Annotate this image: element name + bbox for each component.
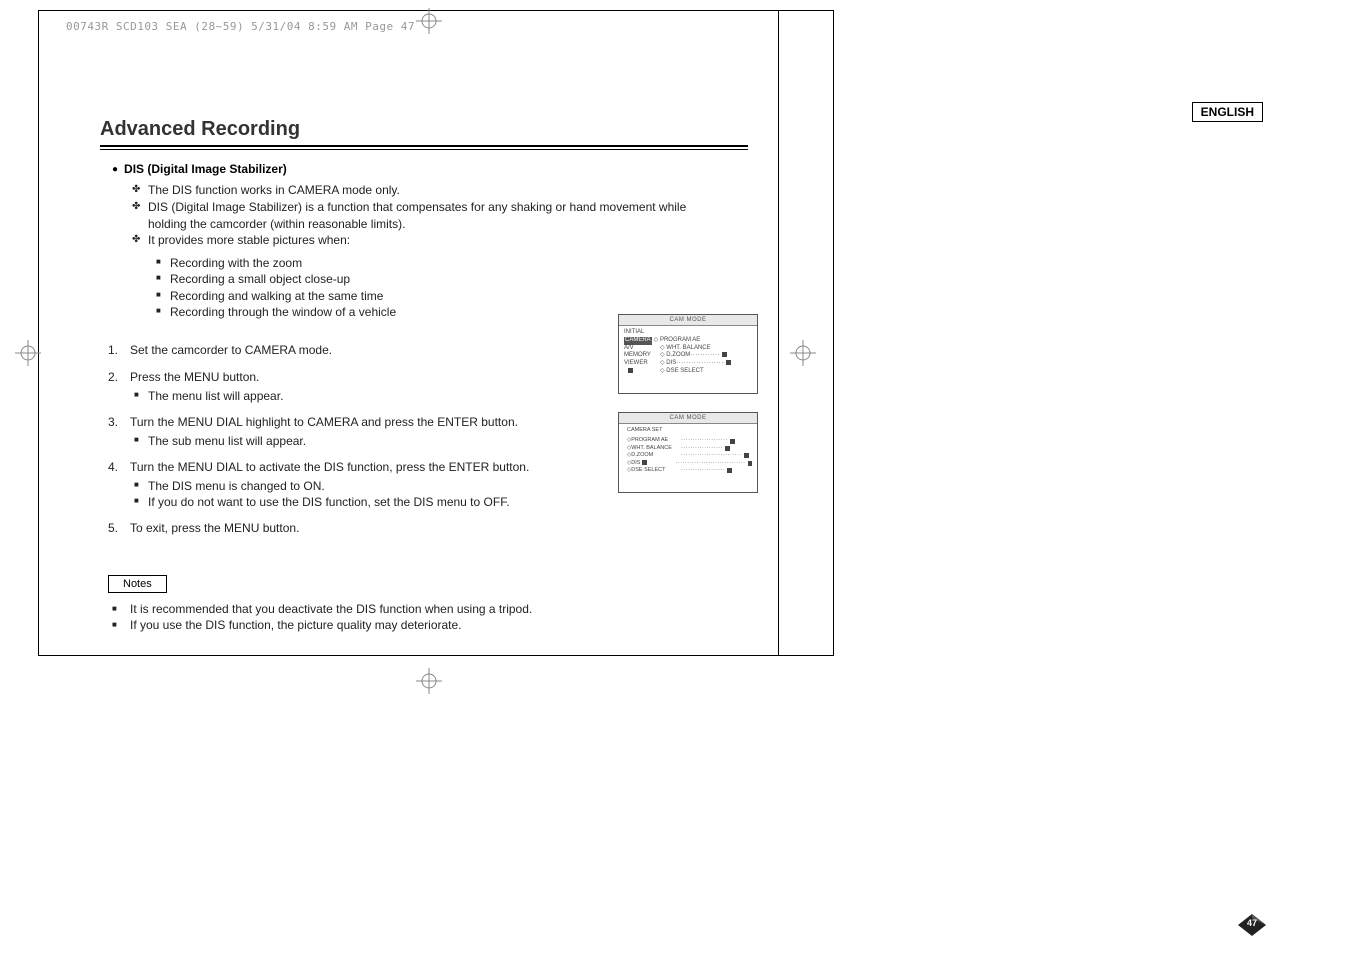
steps-list: 1.Set the camcorder to CAMERA mode. 2.Pr… — [108, 342, 598, 537]
step-sub: The DIS menu is changed to ON. If you do… — [134, 478, 598, 510]
menu1-title: CAM MODE — [619, 315, 757, 326]
page-title: Advanced Recording — [100, 118, 748, 145]
stable-list: Recording with the zoom Recording a smal… — [156, 255, 748, 320]
intro-item: DIS (Digital Image Stabilizer) is a func… — [132, 199, 692, 233]
menu-figures: CAM MODE INITIAL CAMERA◇ PROGRAM AE A/V◇… — [618, 314, 758, 511]
step-sub-item: The DIS menu is changed to ON. — [134, 478, 598, 494]
step-text: Turn the MENU DIAL highlight to CAMERA a… — [130, 415, 518, 429]
step-text: Press the MENU button. — [130, 370, 259, 384]
step-sub-item: The menu list will appear. — [134, 388, 598, 404]
step-sub: The sub menu list will appear. — [134, 433, 598, 449]
notes-label: Notes — [108, 575, 167, 593]
notes-wrapper: Notes — [100, 547, 167, 601]
note-item: If you use the DIS function, the picture… — [112, 617, 748, 634]
step-4: 4.Turn the MENU DIAL to activate the DIS… — [108, 459, 598, 510]
content-area: Advanced Recording DIS (Digital Image St… — [100, 118, 748, 634]
title-rule-thick — [100, 145, 748, 147]
intro-item: The DIS function works in CAMERA mode on… — [132, 182, 692, 199]
register-mark-icon — [790, 340, 816, 366]
step-sub: The menu list will appear. — [134, 388, 598, 404]
step-text: Set the camcorder to CAMERA mode. — [130, 343, 332, 357]
section-header: DIS (Digital Image Stabilizer) — [112, 162, 748, 176]
menu2-header: CAMERA SET — [627, 427, 662, 434]
register-mark-icon — [15, 340, 41, 366]
page-number-text: 47 — [1238, 918, 1266, 928]
stable-item: Recording with the zoom — [156, 255, 748, 271]
menu-figure-1: CAM MODE INITIAL CAMERA◇ PROGRAM AE A/V◇… — [618, 314, 758, 394]
step-sub-item: The sub menu list will appear. — [134, 433, 598, 449]
step-text: Turn the MENU DIAL to activate the DIS f… — [130, 460, 529, 474]
step-2: 2.Press the MENU button. The menu list w… — [108, 369, 598, 404]
notes-list: It is recommended that you deactivate th… — [112, 601, 748, 635]
note-item: It is recommended that you deactivate th… — [112, 601, 748, 618]
title-rule-thin — [100, 149, 748, 150]
menu-figure-2: CAM MODE CAMERA SET ◇PROGRAM AE·········… — [618, 412, 758, 493]
menu2-body: CAMERA SET ◇PROGRAM AE··················… — [619, 424, 757, 478]
trim-line — [778, 10, 779, 656]
language-badge: ENGLISH — [1192, 102, 1263, 122]
register-mark-icon — [416, 8, 442, 34]
intro-list: The DIS function works in CAMERA mode on… — [132, 182, 748, 249]
stable-item: Recording a small object close-up — [156, 271, 748, 287]
step-3: 3.Turn the MENU DIAL highlight to CAMERA… — [108, 414, 598, 449]
print-header-info: 00743R SCD103 SEA (28~59) 5/31/04 8:59 A… — [66, 20, 415, 33]
register-mark-icon — [416, 668, 442, 694]
step-5: 5.To exit, press the MENU button. — [108, 520, 598, 537]
step-1: 1.Set the camcorder to CAMERA mode. — [108, 342, 598, 359]
stable-item: Recording and walking at the same time — [156, 288, 748, 304]
step-text: To exit, press the MENU button. — [130, 521, 299, 535]
menu1-body: INITIAL CAMERA◇ PROGRAM AE A/V◇ WHT. BAL… — [619, 326, 757, 379]
menu2-title: CAM MODE — [619, 413, 757, 424]
page-number: 47 — [1238, 914, 1266, 936]
step-sub-item: If you do not want to use the DIS functi… — [134, 494, 598, 510]
intro-item: It provides more stable pictures when: — [132, 232, 692, 249]
